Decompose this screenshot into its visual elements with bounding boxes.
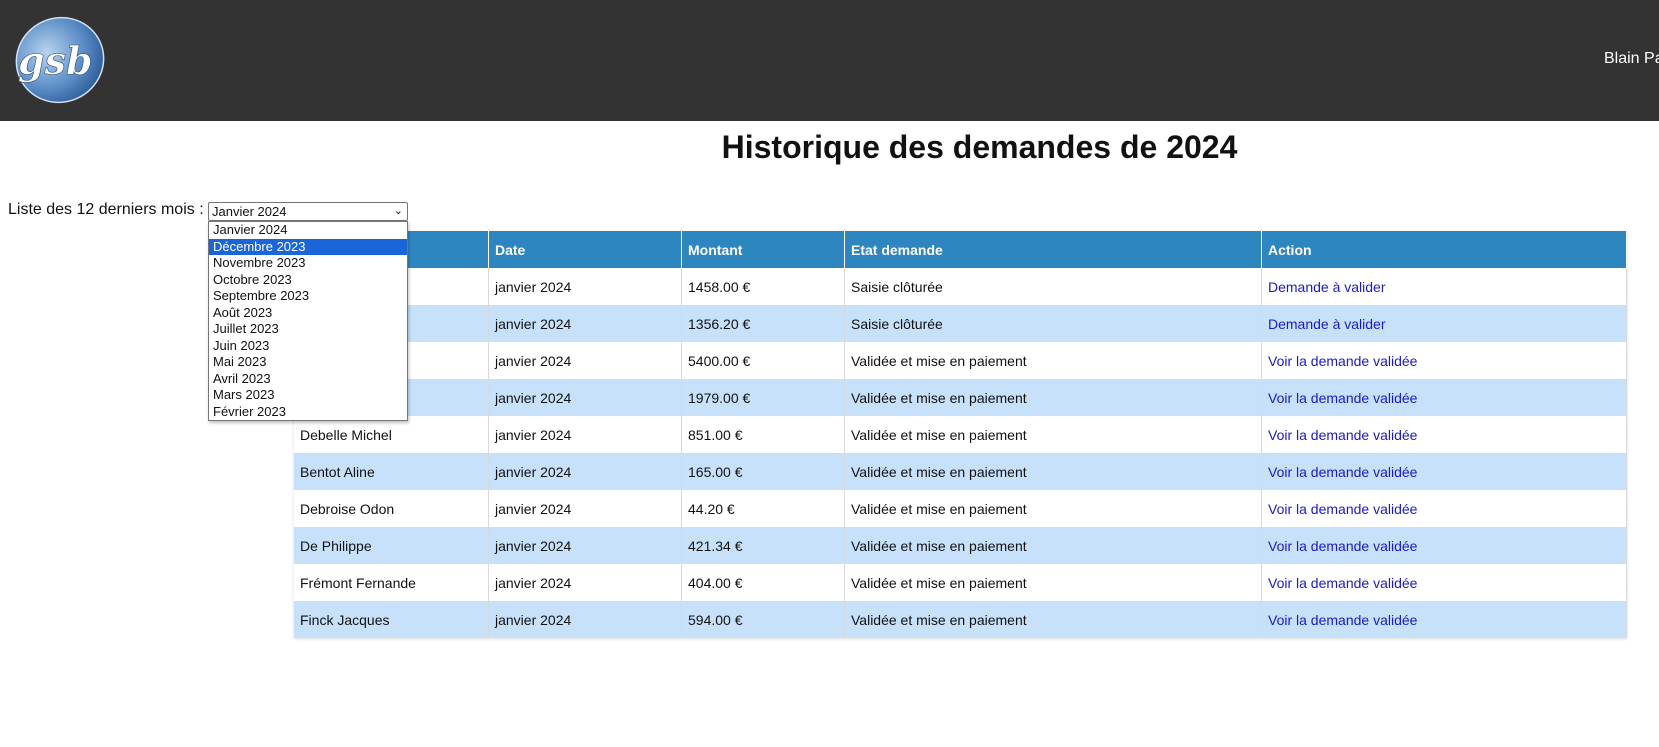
cell-action: Voir la demande validée	[1261, 416, 1627, 453]
table-row: haliejanvier 20241979.00 €Validée et mis…	[294, 379, 1627, 416]
cell-montant: 851.00 €	[681, 416, 845, 453]
cell-action: Voir la demande validée	[1261, 453, 1627, 490]
action-link[interactable]: Voir la demande validée	[1268, 353, 1417, 369]
cell-action: Voir la demande validée	[1261, 490, 1627, 527]
action-link[interactable]: Voir la demande validée	[1268, 427, 1417, 443]
cell-montant: 165.00 €	[681, 453, 845, 490]
cell-date: janvier 2024	[488, 268, 682, 305]
table-row: janvier 2024 5400.00 € Validée et mise en …	[294, 342, 1627, 379]
action-link[interactable]: Voir la demande validée	[1268, 575, 1417, 591]
cell-action: Voir la demande validée	[1261, 527, 1627, 564]
gsb-logo[interactable]: gsb	[10, 14, 106, 106]
cell-action: Demande à valider	[1261, 305, 1627, 342]
table-row: janvier 2024 1458.00 € Saisie clôturée Dema…	[294, 268, 1627, 305]
user-name: Blain Pascal	[1604, 50, 1659, 67]
cell-visiteur: Debroise Odon	[294, 490, 489, 527]
cell-etat: Validée et mise en paiement	[844, 490, 1262, 527]
chevron-down-icon: ⌄	[393, 205, 403, 217]
month-option[interactable]: Janvier 2024	[209, 222, 407, 239]
cell-montant: 421.34 €	[681, 527, 845, 564]
cell-etat: Validée et mise en paiement	[844, 527, 1262, 564]
cell-visiteur: De Philippe	[294, 527, 489, 564]
cell-action: Demande à valider	[1261, 268, 1627, 305]
page-title: Historique des demandes de 2024	[721, 129, 1238, 165]
cell-date: janvier 2024	[488, 527, 682, 564]
cell-date: janvier 2024	[488, 305, 682, 342]
col-header-date: Date	[488, 231, 682, 268]
action-link[interactable]: Demande à valider	[1268, 316, 1386, 332]
cell-etat: Saisie clôturée	[844, 268, 1262, 305]
table-row: Bentot Aline janvier 2024 165.00 € Validée …	[294, 453, 1627, 490]
month-option[interactable]: Août 2023	[209, 305, 407, 322]
cell-montant: 5400.00 €	[681, 342, 845, 379]
cell-visiteur: Bentot Aline	[294, 453, 489, 490]
cell-visiteur: Debelle Michel	[294, 416, 489, 453]
top-header: gsb Blain Pascal	[0, 0, 1659, 121]
table-row: Debelle Michel janvier 2024 851.00 € Validé…	[294, 416, 1627, 453]
col-header-action: Action	[1261, 231, 1627, 268]
action-link[interactable]: Voir la demande validée	[1268, 538, 1417, 554]
cell-montant: 594.00 €	[681, 601, 845, 638]
svg-text:gsb: gsb	[18, 38, 93, 83]
cell-action: Voir la demande validée	[1261, 564, 1627, 601]
month-option[interactable]: Juillet 2023	[209, 321, 407, 338]
table-header-row: Visiteur Date Montant Etat demande Actio…	[294, 231, 1627, 268]
cell-visiteur: Finck Jacques	[294, 601, 489, 638]
month-dropdown-list: Janvier 2024 Décembre 2023 Novembre 2023 Oc…	[208, 221, 408, 421]
cell-date: janvier 2024	[488, 601, 682, 638]
cell-visiteur: Frémont Fernande	[294, 564, 489, 601]
cell-etat: Validée et mise en paiement	[844, 564, 1262, 601]
action-link[interactable]: Voir la demande validée	[1268, 464, 1417, 480]
table-row: Finck Jacques janvier 2024 594.00 € Validée…	[294, 601, 1627, 638]
cell-date: janvier 2024	[488, 379, 682, 416]
cell-etat: Validée et mise en paiement	[844, 453, 1262, 490]
cell-action: Voir la demande validée	[1261, 379, 1627, 416]
cell-etat: Saisie clôturée	[844, 305, 1262, 342]
requests-table-wrap: Visiteur Date Montant Etat demande Actio…	[294, 231, 1627, 638]
month-option[interactable]: Février 2023	[209, 404, 407, 421]
cell-etat: Validée et mise en paiement	[844, 601, 1262, 638]
month-option[interactable]: Avril 2023	[209, 371, 407, 388]
month-selector-label: Liste des 12 derniers mois :	[8, 201, 204, 218]
month-option[interactable]: Novembre 2023	[209, 255, 407, 272]
month-select-value: Janvier 2024	[212, 204, 287, 219]
cell-date: janvier 2024	[488, 342, 682, 379]
cell-date: janvier 2024	[488, 490, 682, 527]
action-link[interactable]: Voir la demande validée	[1268, 501, 1417, 517]
action-link[interactable]: Demande à valider	[1268, 279, 1386, 295]
cell-date: janvier 2024	[488, 564, 682, 601]
requests-table: Visiteur Date Montant Etat demande Actio…	[294, 231, 1627, 638]
table-row: De Philippe janvier 2024 421.34 € Validée e…	[294, 527, 1627, 564]
month-option[interactable]: Septembre 2023	[209, 288, 407, 305]
table-row: Debroise Odon janvier 2024 44.20 € Validée …	[294, 490, 1627, 527]
col-header-etat: Etat demande	[844, 231, 1262, 268]
cell-etat: Validée et mise en paiement	[844, 342, 1262, 379]
month-option[interactable]: Mai 2023	[209, 354, 407, 371]
cell-etat: Validée et mise en paiement	[844, 416, 1262, 453]
action-link[interactable]: Voir la demande validée	[1268, 390, 1417, 406]
cell-action: Voir la demande validée	[1261, 601, 1627, 638]
cell-date: janvier 2024	[488, 453, 682, 490]
cell-montant: 1458.00 €	[681, 268, 845, 305]
table-row: Frémont Fernande janvier 2024 404.00 € Vali…	[294, 564, 1627, 601]
month-option[interactable]: Octobre 2023	[209, 272, 407, 289]
cell-date: janvier 2024	[488, 416, 682, 453]
table-body: janvier 2024 1458.00 € Saisie clôturée Dema…	[294, 268, 1627, 638]
month-option[interactable]: Décembre 2023	[209, 238, 407, 255]
cell-montant: 1979.00 €	[681, 379, 845, 416]
month-option[interactable]: Juin 2023	[209, 338, 407, 355]
cell-montant: 1356.20 €	[681, 305, 845, 342]
cell-action: Voir la demande validée	[1261, 342, 1627, 379]
month-option[interactable]: Mars 2023	[209, 387, 407, 404]
month-select[interactable]: Janvier 2024 ⌄	[208, 202, 408, 221]
cell-etat: Validée et mise en paiement	[844, 379, 1262, 416]
cell-montant: 44.20 €	[681, 490, 845, 527]
col-header-montant: Montant	[681, 231, 845, 268]
cell-montant: 404.00 €	[681, 564, 845, 601]
table-row: janvier 2024 1356.20 € Saisie clôturée Dema…	[294, 305, 1627, 342]
action-link[interactable]: Voir la demande validée	[1268, 612, 1417, 628]
